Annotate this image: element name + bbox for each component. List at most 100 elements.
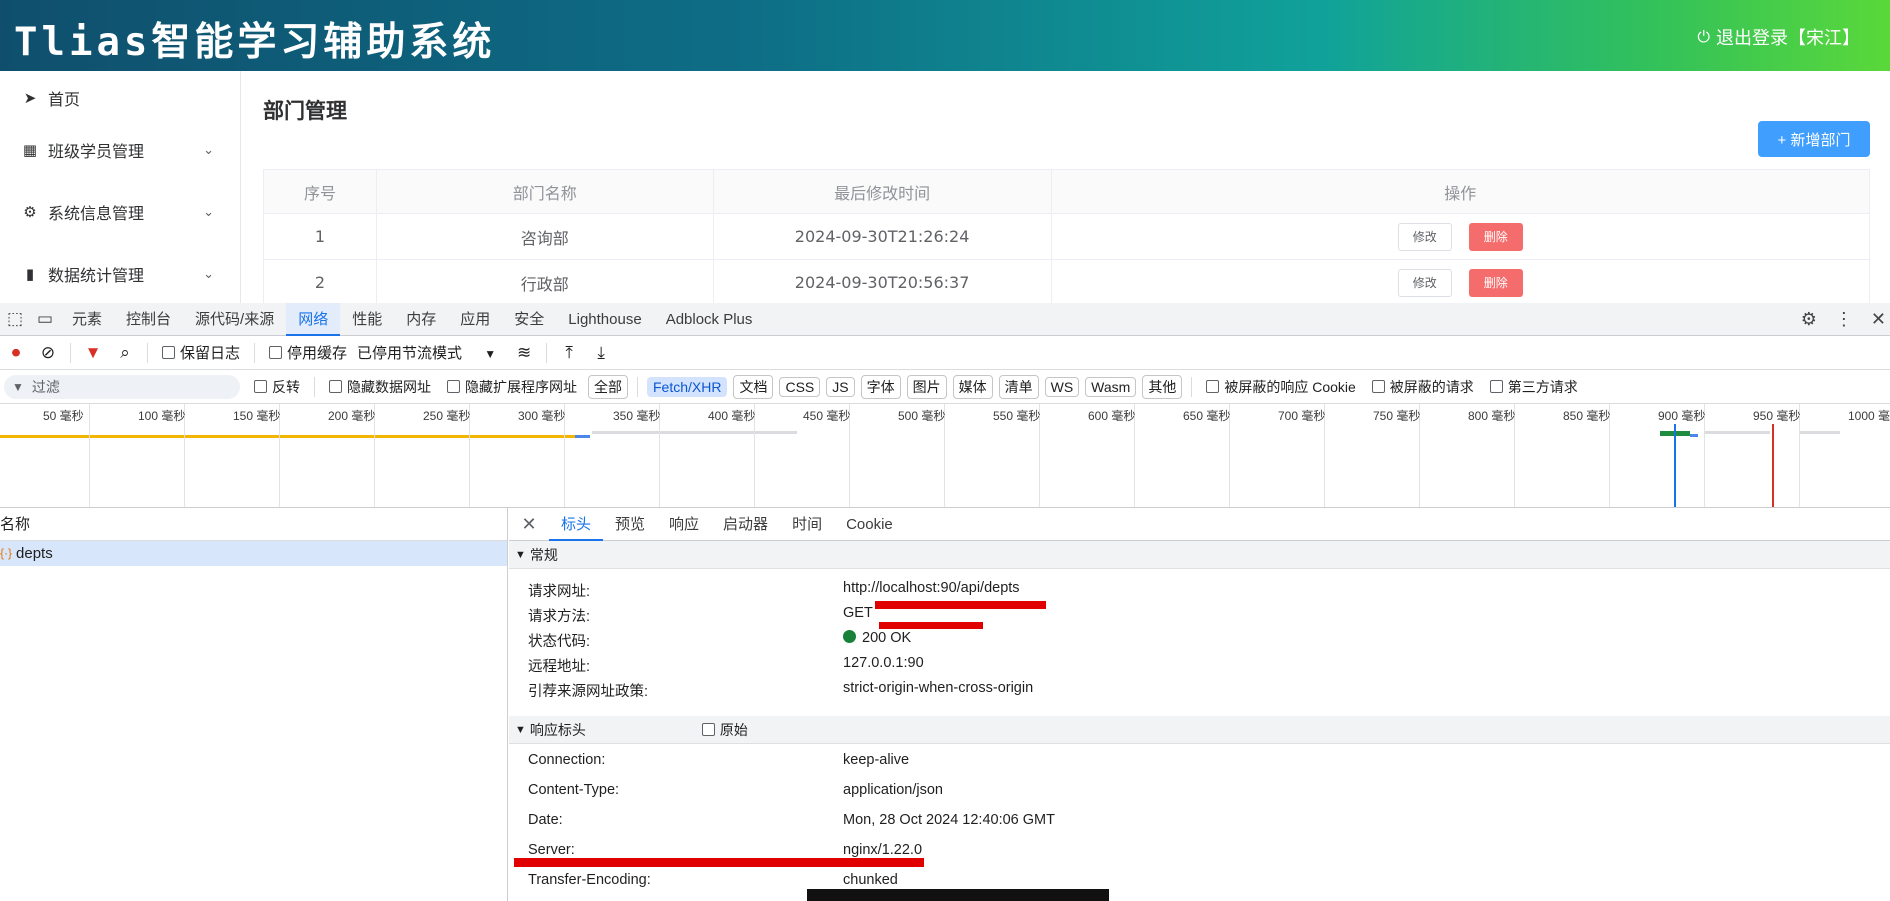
header-value: 127.0.0.1:90 (843, 655, 924, 671)
disable-cache-checkbox[interactable]: 停用缓存 (269, 342, 347, 363)
annotation-underline (875, 601, 1046, 609)
record-icon[interactable]: ⏺ (0, 343, 32, 363)
header-key: 远程地址: (528, 659, 591, 675)
hide-data-urls-checkbox[interactable]: 隐藏数据网址 (329, 377, 431, 397)
edit-button[interactable]: 修改 (1397, 222, 1452, 251)
response-headers-section-header[interactable]: ▼ 响应标头 原始 (509, 716, 1890, 744)
annotation-underline (879, 622, 983, 629)
clear-icon[interactable]: ⊘ (32, 343, 64, 363)
sidebar-item-label: 班级学员管理 (48, 142, 145, 161)
timeline-tick-label: 650 毫秒 (1183, 409, 1231, 423)
delete-button[interactable]: 删除 (1468, 222, 1523, 251)
close-icon[interactable]: ✕ (1871, 309, 1886, 330)
divider (637, 376, 638, 397)
header-value: chunked (843, 872, 898, 888)
timeline-tick-label: 1000 毫秒 (1848, 409, 1890, 423)
sidebar-item-system-info[interactable]: ⚙ 系统信息管理 ⌄ (0, 187, 240, 237)
row-actions: 修改 删除 (1050, 213, 1871, 260)
tab-security[interactable]: 安全 (502, 303, 556, 336)
tab-timing[interactable]: 时间 (780, 508, 834, 541)
third-party-checkbox[interactable]: 第三方请求 (1489, 377, 1578, 397)
filter-placeholder: 过滤 (31, 378, 60, 395)
type-filter-font[interactable]: 字体 (860, 374, 901, 399)
divider (1191, 376, 1193, 397)
import-har-icon[interactable]: ⤒ (553, 343, 585, 363)
type-filter-css[interactable]: CSS (779, 376, 821, 397)
close-icon[interactable]: ✕ (509, 514, 549, 535)
timeline-tick-label: 600 毫秒 (1088, 409, 1136, 423)
checkbox-box (1371, 380, 1385, 393)
gear-icon: ⚙ (23, 203, 37, 221)
bar-chart-icon: ▮ (25, 265, 35, 283)
type-filter-js[interactable]: JS (826, 376, 855, 397)
power-icon: ⏻ (1697, 27, 1710, 46)
invert-checkbox[interactable]: 反转 (254, 377, 300, 397)
tab-network[interactable]: 网络 (286, 302, 341, 336)
divider (546, 342, 548, 363)
tab-cookies[interactable]: Cookie (834, 508, 905, 541)
checkbox-label: 停用缓存 (287, 345, 348, 362)
type-filter-manifest[interactable]: 清单 (998, 374, 1039, 399)
tab-headers[interactable]: 标头 (549, 508, 604, 541)
tab-initiator[interactable]: 启动器 (711, 508, 780, 541)
tab-application[interactable]: 应用 (448, 303, 502, 336)
type-filter-wasm[interactable]: Wasm (1085, 376, 1137, 397)
tab-elements[interactable]: 元素 (60, 303, 114, 336)
settings-icon[interactable]: ⚙ (1801, 309, 1817, 330)
status-ok-icon (843, 630, 856, 643)
tab-console[interactable]: 控制台 (114, 303, 183, 336)
filter-icon[interactable]: ▼ (77, 343, 109, 363)
column-header: 操作 (1050, 169, 1871, 214)
checkbox-label: 原始 (719, 721, 748, 738)
wifi-settings-icon[interactable]: ≋ (508, 343, 540, 363)
tab-performance[interactable]: 性能 (340, 303, 394, 336)
timeline-tick-label: 850 毫秒 (1563, 409, 1611, 423)
sidebar-item-class-students[interactable]: ▦ 班级学员管理 ⌄ (0, 125, 240, 175)
blocked-requests-checkbox[interactable]: 被屏蔽的请求 (1371, 377, 1474, 397)
sidebar-item-statistics[interactable]: ▮ 数据统计管理 ⌄ (0, 249, 240, 299)
request-row[interactable]: {·} depts (0, 541, 507, 566)
tab-response[interactable]: 响应 (657, 508, 711, 541)
logout-link[interactable]: ⏻ 退出登录【宋江】 (1697, 24, 1860, 50)
device-toggle-icon[interactable]: ▭ (30, 309, 60, 329)
search-icon[interactable]: ⌕ (109, 343, 141, 363)
filter-input[interactable]: ▼ 过滤 (4, 374, 240, 399)
tab-memory[interactable]: 内存 (394, 303, 448, 336)
divider (147, 342, 148, 363)
checkbox-label: 保留日志 (180, 345, 241, 362)
tab-lighthouse[interactable]: Lighthouse (556, 303, 653, 336)
edit-button[interactable]: 修改 (1397, 268, 1452, 297)
raw-checkbox[interactable]: 原始 (701, 716, 748, 744)
type-filter-all[interactable]: 全部 (588, 374, 628, 399)
throttle-select[interactable]: 已停用节流模式 ▼ (357, 342, 496, 363)
caption-overlay (807, 889, 1109, 901)
chevron-down-icon: ⌄ (203, 266, 214, 282)
request-detail-panel: ✕ 标头 预览 响应 启动器 时间 Cookie ▼ 常规 请求网址: http… (509, 508, 1890, 901)
checkbox-box (329, 380, 342, 393)
type-filter-other[interactable]: 其他 (1142, 374, 1183, 399)
inspect-icon[interactable]: ⬚ (0, 309, 30, 329)
preserve-log-checkbox[interactable]: 保留日志 (162, 342, 240, 363)
sidebar-item-home[interactable]: ➤ 首页 (0, 73, 240, 123)
delete-button[interactable]: 删除 (1468, 268, 1523, 297)
hide-ext-urls-checkbox[interactable]: 隐藏扩展程序网址 (447, 377, 577, 397)
export-har-icon[interactable]: ⤓ (585, 343, 617, 363)
tab-preview[interactable]: 预览 (603, 508, 657, 541)
tab-sources[interactable]: 源代码/来源 (183, 303, 286, 336)
type-filter-doc[interactable]: 文档 (733, 374, 774, 399)
type-filter-ws[interactable]: WS (1044, 376, 1080, 397)
tab-adblock[interactable]: Adblock Plus (654, 303, 765, 336)
name-column-header[interactable]: 名称 (0, 508, 507, 541)
blocked-cookies-checkbox[interactable]: 被屏蔽的响应 Cookie (1206, 377, 1356, 397)
type-filter-fetch-xhr[interactable]: Fetch/XHR (647, 376, 728, 397)
type-filter-media[interactable]: 媒体 (952, 374, 993, 399)
add-dept-button[interactable]: + 新增部门 (1758, 121, 1870, 157)
timeline-tick-label: 700 毫秒 (1278, 409, 1326, 423)
general-section-header[interactable]: ▼ 常规 (509, 541, 1890, 569)
timeline-tick-label: 800 毫秒 (1468, 409, 1516, 423)
more-options-icon[interactable]: ⋮ (1835, 309, 1853, 330)
header-value: http://localhost:90/api/depts (843, 580, 1020, 596)
column-header: 最后修改时间 (712, 169, 1052, 214)
network-overview-timeline[interactable]: 50 毫秒 100 毫秒 150 毫秒 200 毫秒 250 毫秒 300 毫秒 350 毫… (0, 404, 1890, 508)
type-filter-img[interactable]: 图片 (906, 374, 947, 399)
